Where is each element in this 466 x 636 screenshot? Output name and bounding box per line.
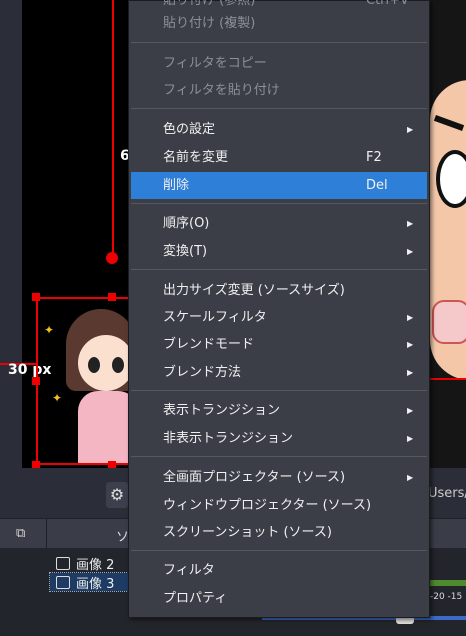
image-icon (56, 576, 70, 589)
menu-item-resize-output[interactable]: 出力サイズ変更 (ソースサイズ) (131, 277, 427, 304)
menu-separator (131, 203, 427, 204)
submenu-arrow-icon: ▶ (407, 473, 414, 482)
alignment-guide-right (428, 378, 466, 380)
character-body (78, 391, 128, 463)
menu-separator (131, 550, 427, 551)
menu-item-copy-filters[interactable]: フィルタをコピー (131, 50, 427, 77)
menu-item-blend-mode[interactable]: ブレンドモード ▶ (131, 331, 427, 358)
character-hand (432, 300, 466, 344)
submenu-arrow-icon: ▶ (407, 313, 414, 322)
rotation-handle[interactable] (106, 252, 118, 264)
resize-handle-tl[interactable] (32, 293, 40, 301)
sparkle-icon: ✦ (52, 391, 63, 405)
resize-handle-top[interactable] (108, 293, 116, 301)
gear-icon[interactable]: ⚙ (106, 482, 128, 508)
selected-source-image[interactable]: ✦ ✦ (36, 297, 130, 465)
menu-item-order[interactable]: 順序(O) ▶ (131, 210, 427, 237)
menu-item-fullscreen-projector[interactable]: 全画面プロジェクター (ソース) ▶ (131, 464, 427, 491)
submenu-arrow-icon: ▶ (407, 368, 414, 377)
resize-handle-left[interactable] (32, 377, 40, 385)
image-icon (56, 557, 70, 570)
undock-icon[interactable]: ⧉ (16, 526, 32, 541)
character-eye (88, 357, 100, 373)
menu-item-hide-transition[interactable]: 非表示トランジション ▶ (131, 425, 427, 452)
menu-separator (131, 108, 427, 109)
source-item[interactable]: 画像 2 (50, 554, 130, 573)
source-item-selected[interactable]: 画像 3 (49, 572, 131, 592)
menu-separator (131, 42, 427, 43)
menu-item-filters[interactable]: フィルタ (131, 557, 427, 584)
menu-item-delete[interactable]: 削除 Del (131, 172, 427, 199)
menu-separator (131, 390, 427, 391)
menu-item-paste-filters[interactable]: フィルタを貼り付け (131, 77, 427, 104)
meter-scale-labels: -20 -15 (430, 592, 463, 602)
menu-item-paste-duplicate[interactable]: 貼り付け (複製) (131, 10, 427, 37)
submenu-arrow-icon: ▶ (407, 219, 414, 228)
submenu-arrow-icon: ▶ (407, 125, 414, 134)
file-path-text: Users/ (428, 486, 466, 501)
source-name: 画像 3 (76, 577, 115, 592)
sparkle-icon: ✦ (44, 323, 55, 337)
menu-separator (131, 456, 427, 457)
menu-separator (131, 269, 427, 270)
preview-right-area (428, 0, 466, 468)
menu-item-blend-method[interactable]: ブレンド方法 ▶ (131, 359, 427, 386)
menu-item-rename[interactable]: 名前を変更 F2 (131, 144, 427, 171)
menu-item-transform[interactable]: 変換(T) ▶ (131, 238, 427, 265)
menu-item-screenshot[interactable]: スクリーンショット (ソース) (131, 519, 427, 546)
menu-item-scale-filter[interactable]: スケールフィルタ ▶ (131, 304, 427, 331)
menu-item-show-transition[interactable]: 表示トランジション ▶ (131, 397, 427, 424)
menu-item-properties[interactable]: プロパティ (131, 585, 427, 612)
submenu-arrow-icon: ▶ (407, 247, 414, 256)
audio-meter (430, 580, 466, 586)
character-eye (112, 357, 124, 373)
alignment-guide-vertical (112, 0, 114, 258)
context-menu: 貼り付け (参照) Ctrl+V 貼り付け (複製) フィルタをコピー フィルタ… (128, 0, 430, 618)
menu-item-window-projector[interactable]: ウィンドウプロジェクター (ソース) (131, 492, 427, 519)
submenu-arrow-icon: ▶ (407, 406, 414, 415)
submenu-arrow-icon: ▶ (407, 340, 414, 349)
menu-item-color-settings[interactable]: 色の設定 ▶ (131, 116, 427, 143)
submenu-arrow-icon: ▶ (407, 434, 414, 443)
character-eye (436, 150, 466, 208)
source-name: 画像 2 (76, 558, 115, 573)
